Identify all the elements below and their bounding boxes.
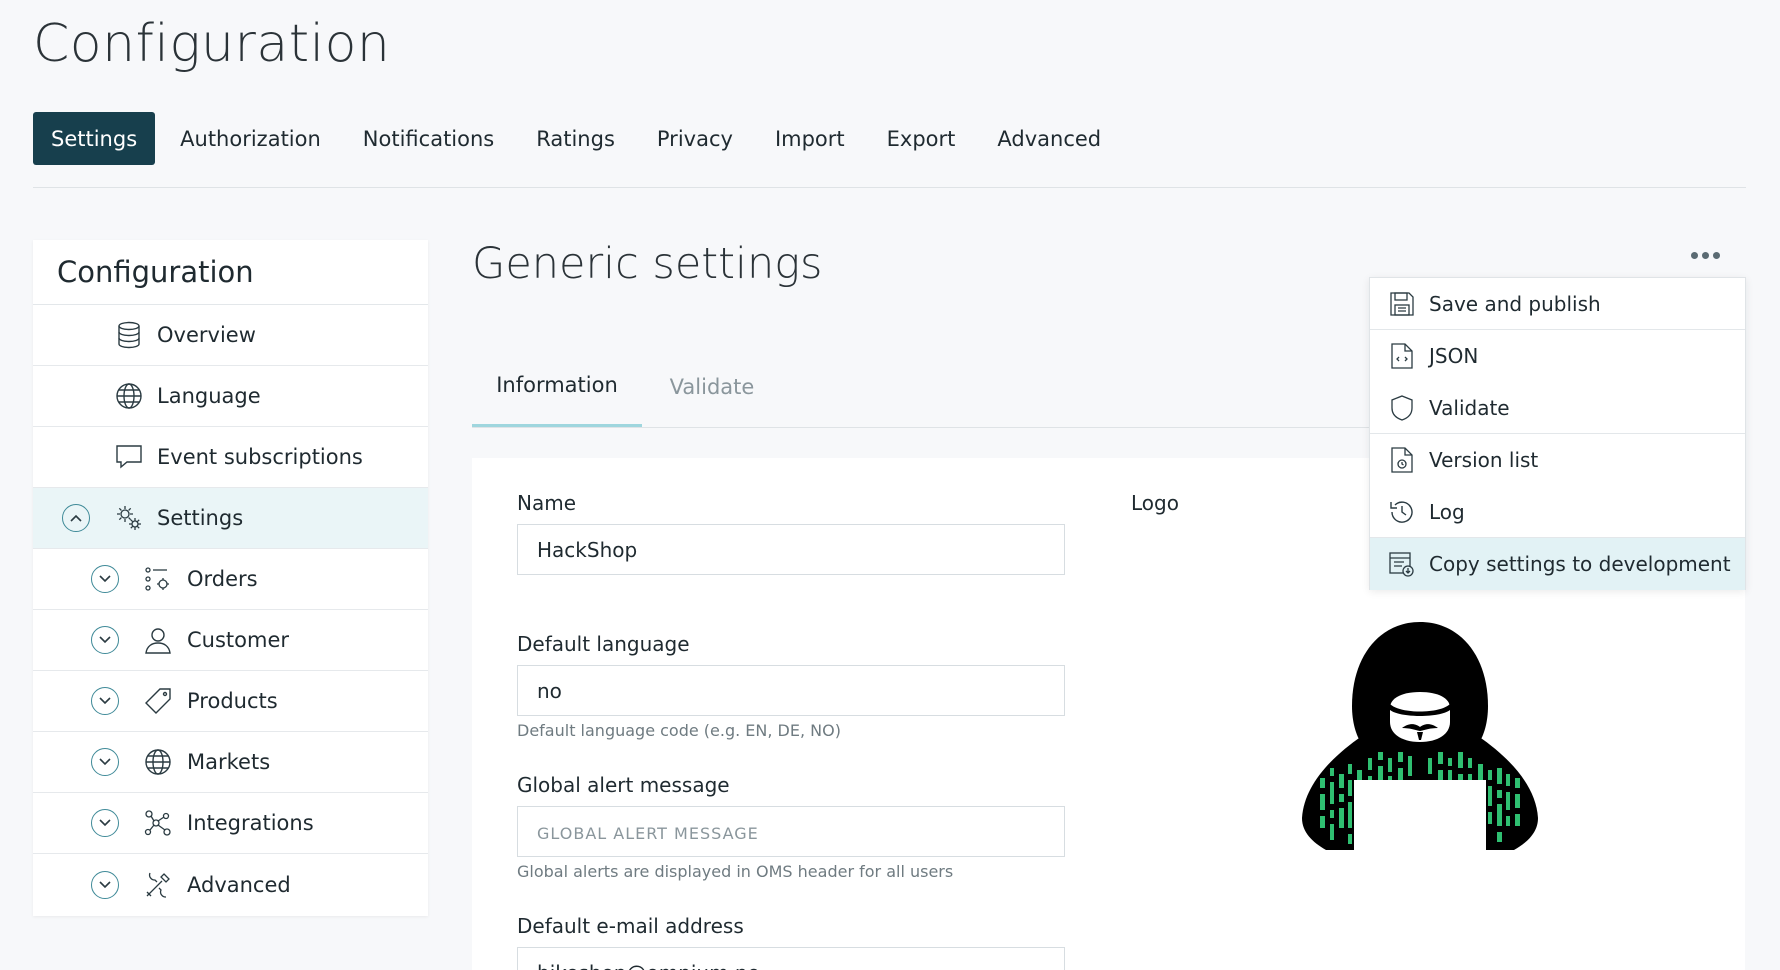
sidebar-item-label: Orders xyxy=(187,567,258,591)
user-icon xyxy=(144,626,172,654)
tag-icon xyxy=(144,687,172,715)
menu-item-json[interactable]: JSON xyxy=(1370,330,1745,382)
chevron-down-icon[interactable] xyxy=(91,870,119,899)
default-language-input[interactable] xyxy=(517,665,1065,716)
menu-item-save-and-publish[interactable]: Save and publish xyxy=(1370,278,1745,330)
sidebar-item-label: Integrations xyxy=(187,811,314,835)
tab-privacy[interactable]: Privacy xyxy=(636,112,754,165)
default-language-label: Default language xyxy=(517,632,690,656)
tab-export[interactable]: Export xyxy=(866,112,977,165)
top-divider xyxy=(33,187,1746,188)
menu-item-label: JSON xyxy=(1429,344,1479,368)
menu-item-label: Validate xyxy=(1429,395,1510,420)
content-tab-bar: Information Validate xyxy=(472,346,1372,428)
page-title: Configuration xyxy=(33,14,391,74)
sidebar-item-label: Settings xyxy=(157,506,244,530)
sidebar-item-advanced[interactable]: Advanced xyxy=(33,854,428,915)
tab-information[interactable]: Information xyxy=(472,346,642,428)
gears-icon xyxy=(115,504,143,532)
shield-icon xyxy=(1388,394,1416,422)
logo-image[interactable] xyxy=(1290,618,1550,863)
options-menu: Save and publish JSON Validate Version l… xyxy=(1369,277,1746,590)
global-alert-label: Global alert message xyxy=(517,773,730,797)
sidebar-item-label: Event subscriptions xyxy=(157,445,363,469)
chevron-down-icon[interactable] xyxy=(91,565,119,593)
sidebar-item-label: Products xyxy=(187,689,278,713)
top-tab-bar: Settings Authorization Notifications Rat… xyxy=(33,112,1122,165)
content-tab-divider xyxy=(472,427,1372,428)
tab-notifications[interactable]: Notifications xyxy=(342,112,515,165)
chevron-down-icon[interactable] xyxy=(91,809,119,837)
tab-ratings[interactable]: Ratings xyxy=(515,112,636,165)
sidebar-title: Configuration xyxy=(33,240,428,305)
sidebar-item-settings[interactable]: Settings xyxy=(33,488,428,549)
tab-advanced[interactable]: Advanced xyxy=(976,112,1122,165)
chat-icon xyxy=(115,443,143,471)
sidebar-item-label: Customer xyxy=(187,628,290,652)
tab-settings[interactable]: Settings xyxy=(33,112,156,165)
menu-item-label: Log xyxy=(1429,499,1465,524)
global-alert-help: Global alerts are displayed in OMS heade… xyxy=(517,862,954,881)
sidebar-item-label: Overview xyxy=(157,323,256,347)
tab-authorization[interactable]: Authorization xyxy=(159,112,342,165)
name-input[interactable] xyxy=(517,524,1065,575)
menu-item-label: Copy settings to development xyxy=(1429,552,1731,576)
history-icon xyxy=(1388,498,1416,526)
globe-icon xyxy=(115,382,143,410)
name-label: Name xyxy=(517,491,577,515)
menu-item-copy-settings-to-development[interactable]: Copy settings to development xyxy=(1370,538,1745,590)
default-language-help: Default language code (e.g. EN, DE, NO) xyxy=(517,721,841,740)
sidebar-item-label: Advanced xyxy=(187,872,291,897)
sidebar-item-label: Markets xyxy=(187,750,271,774)
menu-item-log[interactable]: Log xyxy=(1370,486,1745,538)
menu-item-validate[interactable]: Validate xyxy=(1370,382,1745,434)
global-alert-input[interactable] xyxy=(517,806,1065,857)
nodes-icon xyxy=(144,809,172,837)
sidebar-item-products[interactable]: Products xyxy=(33,671,428,732)
logo-label: Logo xyxy=(1131,491,1179,515)
globe-icon xyxy=(144,748,172,776)
sidebar-item-orders[interactable]: Orders xyxy=(33,549,428,610)
chevron-down-icon[interactable] xyxy=(91,748,119,776)
tab-validate[interactable]: Validate xyxy=(642,346,782,428)
default-email-input[interactable] xyxy=(517,947,1065,970)
sidebar: Configuration Overview Language Event su… xyxy=(33,240,428,916)
database-icon xyxy=(115,321,143,349)
dot-icon xyxy=(1712,251,1720,259)
save-icon xyxy=(1388,290,1416,318)
list-gear-icon xyxy=(144,565,172,593)
chevron-down-icon[interactable] xyxy=(91,687,119,715)
json-file-icon xyxy=(1388,342,1416,370)
version-file-icon xyxy=(1388,446,1416,474)
content-title: Generic settings xyxy=(472,239,823,289)
chevron-down-icon[interactable] xyxy=(91,626,119,654)
sidebar-item-markets[interactable]: Markets xyxy=(33,732,428,793)
sidebar-item-integrations[interactable]: Integrations xyxy=(33,793,428,854)
menu-item-label: Version list xyxy=(1429,448,1539,472)
sidebar-item-language[interactable]: Language xyxy=(33,366,428,427)
sidebar-item-event-subscriptions[interactable]: Event subscriptions xyxy=(33,427,428,488)
sidebar-item-customer[interactable]: Customer xyxy=(33,610,428,671)
tools-icon xyxy=(144,871,172,899)
copy-settings-icon xyxy=(1388,550,1416,578)
sidebar-item-overview[interactable]: Overview xyxy=(33,305,428,366)
menu-item-label: Save and publish xyxy=(1429,291,1601,316)
tab-import[interactable]: Import xyxy=(754,112,866,165)
chevron-up-icon[interactable] xyxy=(62,504,90,532)
default-email-label: Default e-mail address xyxy=(517,914,744,938)
sidebar-item-label: Language xyxy=(157,384,261,408)
dot-icon xyxy=(1690,251,1698,259)
dot-icon xyxy=(1701,251,1709,259)
more-options-button[interactable] xyxy=(1685,243,1725,267)
menu-item-version-list[interactable]: Version list xyxy=(1370,434,1745,486)
